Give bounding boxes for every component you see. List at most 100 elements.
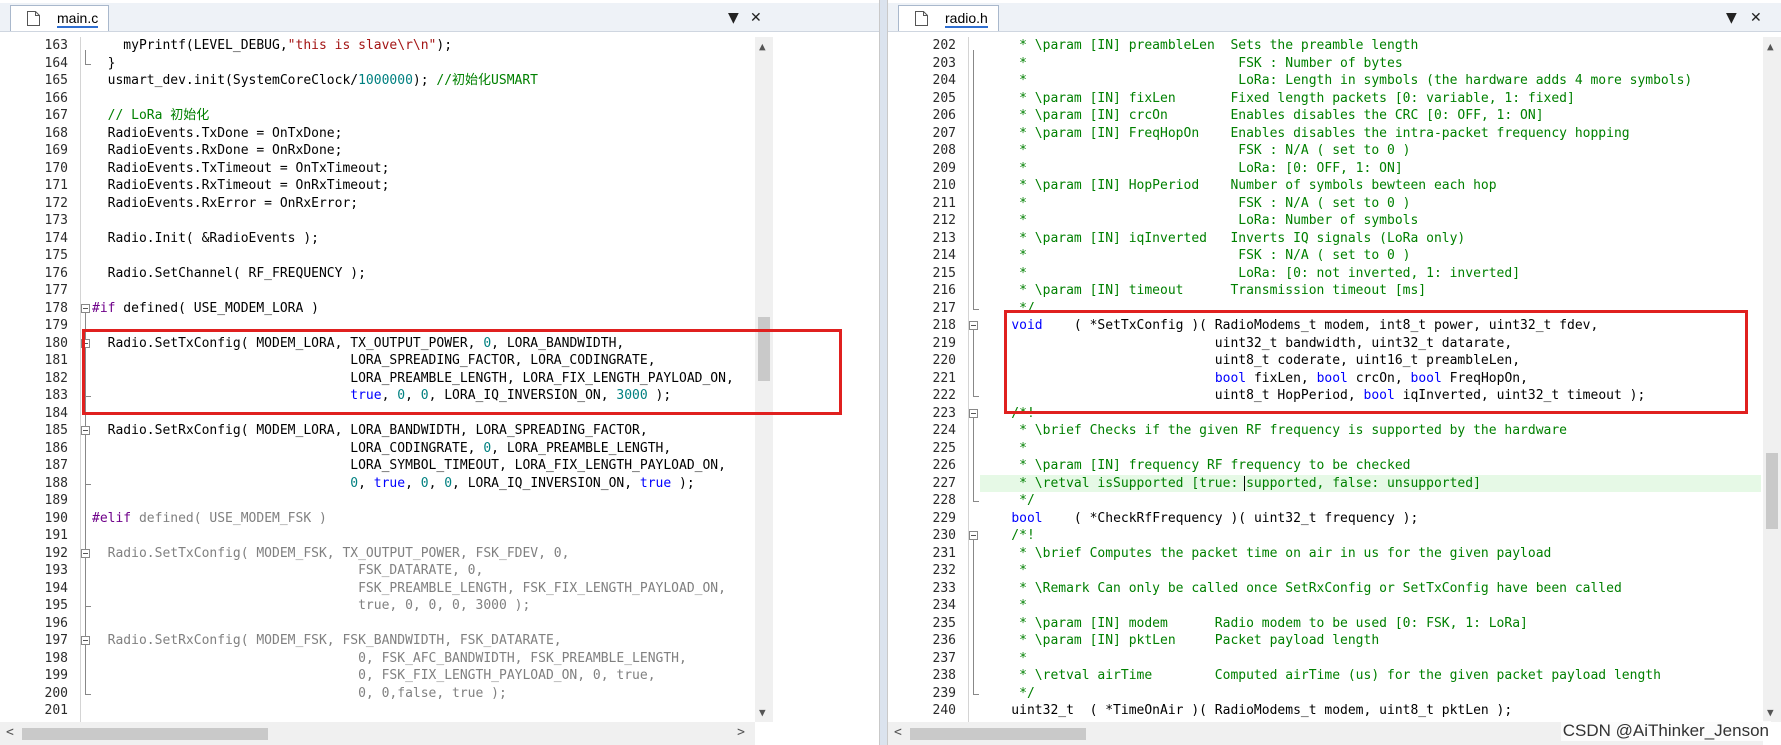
scroll-up-arrow-icon[interactable]: ▲ (1767, 40, 1774, 53)
scroll-left-arrow-icon[interactable]: < (6, 725, 14, 740)
vertical-scrollbar[interactable]: ▲ ▼ (755, 37, 773, 722)
code-line: } (92, 55, 116, 73)
line-number: 171 (44, 178, 68, 193)
code-token: * (980, 650, 1027, 666)
line-number: 221 (932, 370, 956, 386)
code-editor-main-c[interactable]: myPrintf(LEVEL_DEBUG,"this is slave\r\n"… (92, 37, 859, 722)
line-number: 219 (932, 335, 956, 351)
code-token: * (980, 598, 1027, 613)
code-line: 0, true, 0, 0, LORA_IQ_INVERSION_ON, tru… (92, 475, 694, 493)
fold-guide-end (85, 693, 91, 695)
line-number: 210 (932, 178, 956, 193)
code-token: * \param [IN] HopPeriod Number of symbol… (980, 178, 1497, 193)
code-line: Radio.SetRxConfig( MODEM_FSK, FSK_BANDWI… (92, 632, 562, 650)
tab-list-dropdown-button[interactable]: ▼ (728, 10, 739, 26)
scrollbar-thumb[interactable] (22, 728, 268, 740)
code-token: , (428, 475, 445, 491)
code-line: * \param [IN] modem Radio modem to be us… (980, 615, 1528, 633)
code-token: uint32_t bandwidth, uint32_t datarate, (980, 335, 1513, 351)
line-number: 205 (932, 90, 956, 106)
close-tab-button[interactable]: ✕ (750, 10, 762, 26)
code-line: * (980, 562, 1027, 580)
line-number: 176 (44, 265, 68, 281)
line-number: 209 (932, 160, 956, 176)
code-token: uint8_t HopPeriod, (980, 388, 1364, 403)
line-number: 194 (44, 580, 68, 596)
horizontal-scrollbar[interactable]: < > (0, 722, 755, 745)
line-number: 178 (44, 300, 68, 316)
code-line: RadioEvents.RxError = OnRxError; (92, 195, 358, 213)
code-token: true, 0, 0, 0, 3000 ); (92, 598, 531, 613)
code-line: uint32_t bandwidth, uint32_t datarate, (980, 335, 1512, 353)
fold-toggle-icon[interactable] (81, 426, 90, 435)
line-number: 229 (932, 510, 956, 526)
code-line: // LoRa 初始化 (92, 107, 210, 125)
code-token: , (381, 388, 398, 403)
code-line: RadioEvents.TxDone = OnTxDone; (92, 125, 343, 143)
vertical-scrollbar[interactable]: ▲ ▼ (1763, 37, 1781, 722)
code-line: * (980, 650, 1027, 668)
code-line: FSK_DATARATE, 0, (92, 562, 483, 580)
scrollbar-thumb[interactable] (1766, 453, 1778, 529)
scroll-left-arrow-icon[interactable]: < (894, 725, 902, 740)
scrollbar-thumb[interactable] (910, 728, 1086, 740)
code-line: /*! (980, 405, 1035, 423)
code-editor-radio-h[interactable]: * \param [IN] preambleLen Sets the pream… (980, 37, 1761, 722)
code-line: void ( *SetTxConfig )( RadioModems_t mod… (980, 317, 1598, 335)
code-line: * LoRa: Length in symbols (the hardware … (980, 72, 1692, 90)
pane-splitter[interactable] (880, 0, 887, 745)
code-token: //初始化USMART (436, 73, 539, 88)
line-number: 191 (44, 528, 68, 543)
fold-toggle-icon[interactable] (81, 636, 90, 645)
code-token: * \Remark Can only be called once SetRxC… (980, 580, 1622, 596)
close-tab-button[interactable]: ✕ (1750, 10, 1762, 26)
code-token: uint32_t ( *TimeOnAir )( RadioModems_t m… (980, 703, 1513, 718)
line-number: 182 (44, 370, 68, 386)
scrollbar-thumb[interactable] (758, 317, 770, 381)
line-number: 181 (44, 353, 68, 368)
fold-guide-line (973, 330, 974, 396)
code-line: FSK_PREAMBLE_LENGTH, FSK_FIX_LENGTH_PAYL… (92, 580, 726, 598)
line-number: 230 (932, 528, 956, 543)
fold-margin[interactable] (968, 37, 980, 722)
code-line: 0, 0,false, true ); (92, 685, 507, 703)
code-token: LORA_SPREADING_FACTOR, LORA_CODINGRATE, (92, 353, 656, 368)
tab-radio-h[interactable]: radio.h (898, 5, 999, 31)
fold-toggle-icon[interactable] (81, 338, 90, 348)
code-token: FSK_DATARATE, 0, (92, 563, 484, 578)
code-token: 3000 (616, 388, 648, 403)
line-number: 173 (44, 213, 68, 228)
line-number: 175 (44, 248, 68, 263)
code-token: * FSK : N/A ( set to 0 ) (980, 143, 1411, 158)
fold-toggle-icon[interactable] (969, 531, 978, 540)
fold-margin[interactable] (80, 37, 92, 722)
code-token: */ (980, 685, 1035, 701)
scroll-right-arrow-icon[interactable]: > (737, 725, 745, 740)
fold-toggle-icon[interactable] (969, 321, 978, 330)
scroll-down-arrow-icon[interactable]: ▼ (759, 706, 766, 719)
code-token: * (980, 563, 1027, 578)
scroll-down-arrow-icon[interactable]: ▼ (1767, 706, 1774, 719)
fold-guide-end (85, 483, 91, 485)
code-token: crcOn, (1347, 370, 1411, 386)
code-token: , LORA_IQ_INVERSION_ON, (428, 388, 617, 403)
code-line: bool fixLen, bool crcOn, bool FreqHopOn, (980, 370, 1528, 388)
code-token: ( *CheckRfFrequency )( uint32_t frequenc… (1042, 510, 1419, 526)
fold-toggle-icon[interactable] (81, 548, 90, 558)
c-file-icon (27, 11, 40, 26)
scroll-up-arrow-icon[interactable]: ▲ (759, 40, 766, 53)
line-number: 200 (44, 685, 68, 701)
tab-list-dropdown-button[interactable]: ▼ (1726, 10, 1737, 26)
fold-guide-line (85, 347, 86, 396)
fold-guide-end (85, 606, 91, 607)
line-number: 167 (44, 108, 68, 123)
code-token: RadioEvents.TxTimeout = OnTxTimeout; (92, 160, 390, 176)
fold-toggle-icon[interactable] (81, 303, 90, 313)
fold-guide-line (973, 417, 974, 501)
code-token: Radio.SetChannel( RF_FREQUENCY ); (92, 265, 366, 281)
tab-main-c[interactable]: main.c (10, 5, 110, 31)
fold-toggle-icon[interactable] (969, 408, 978, 418)
line-number: 206 (932, 108, 956, 123)
